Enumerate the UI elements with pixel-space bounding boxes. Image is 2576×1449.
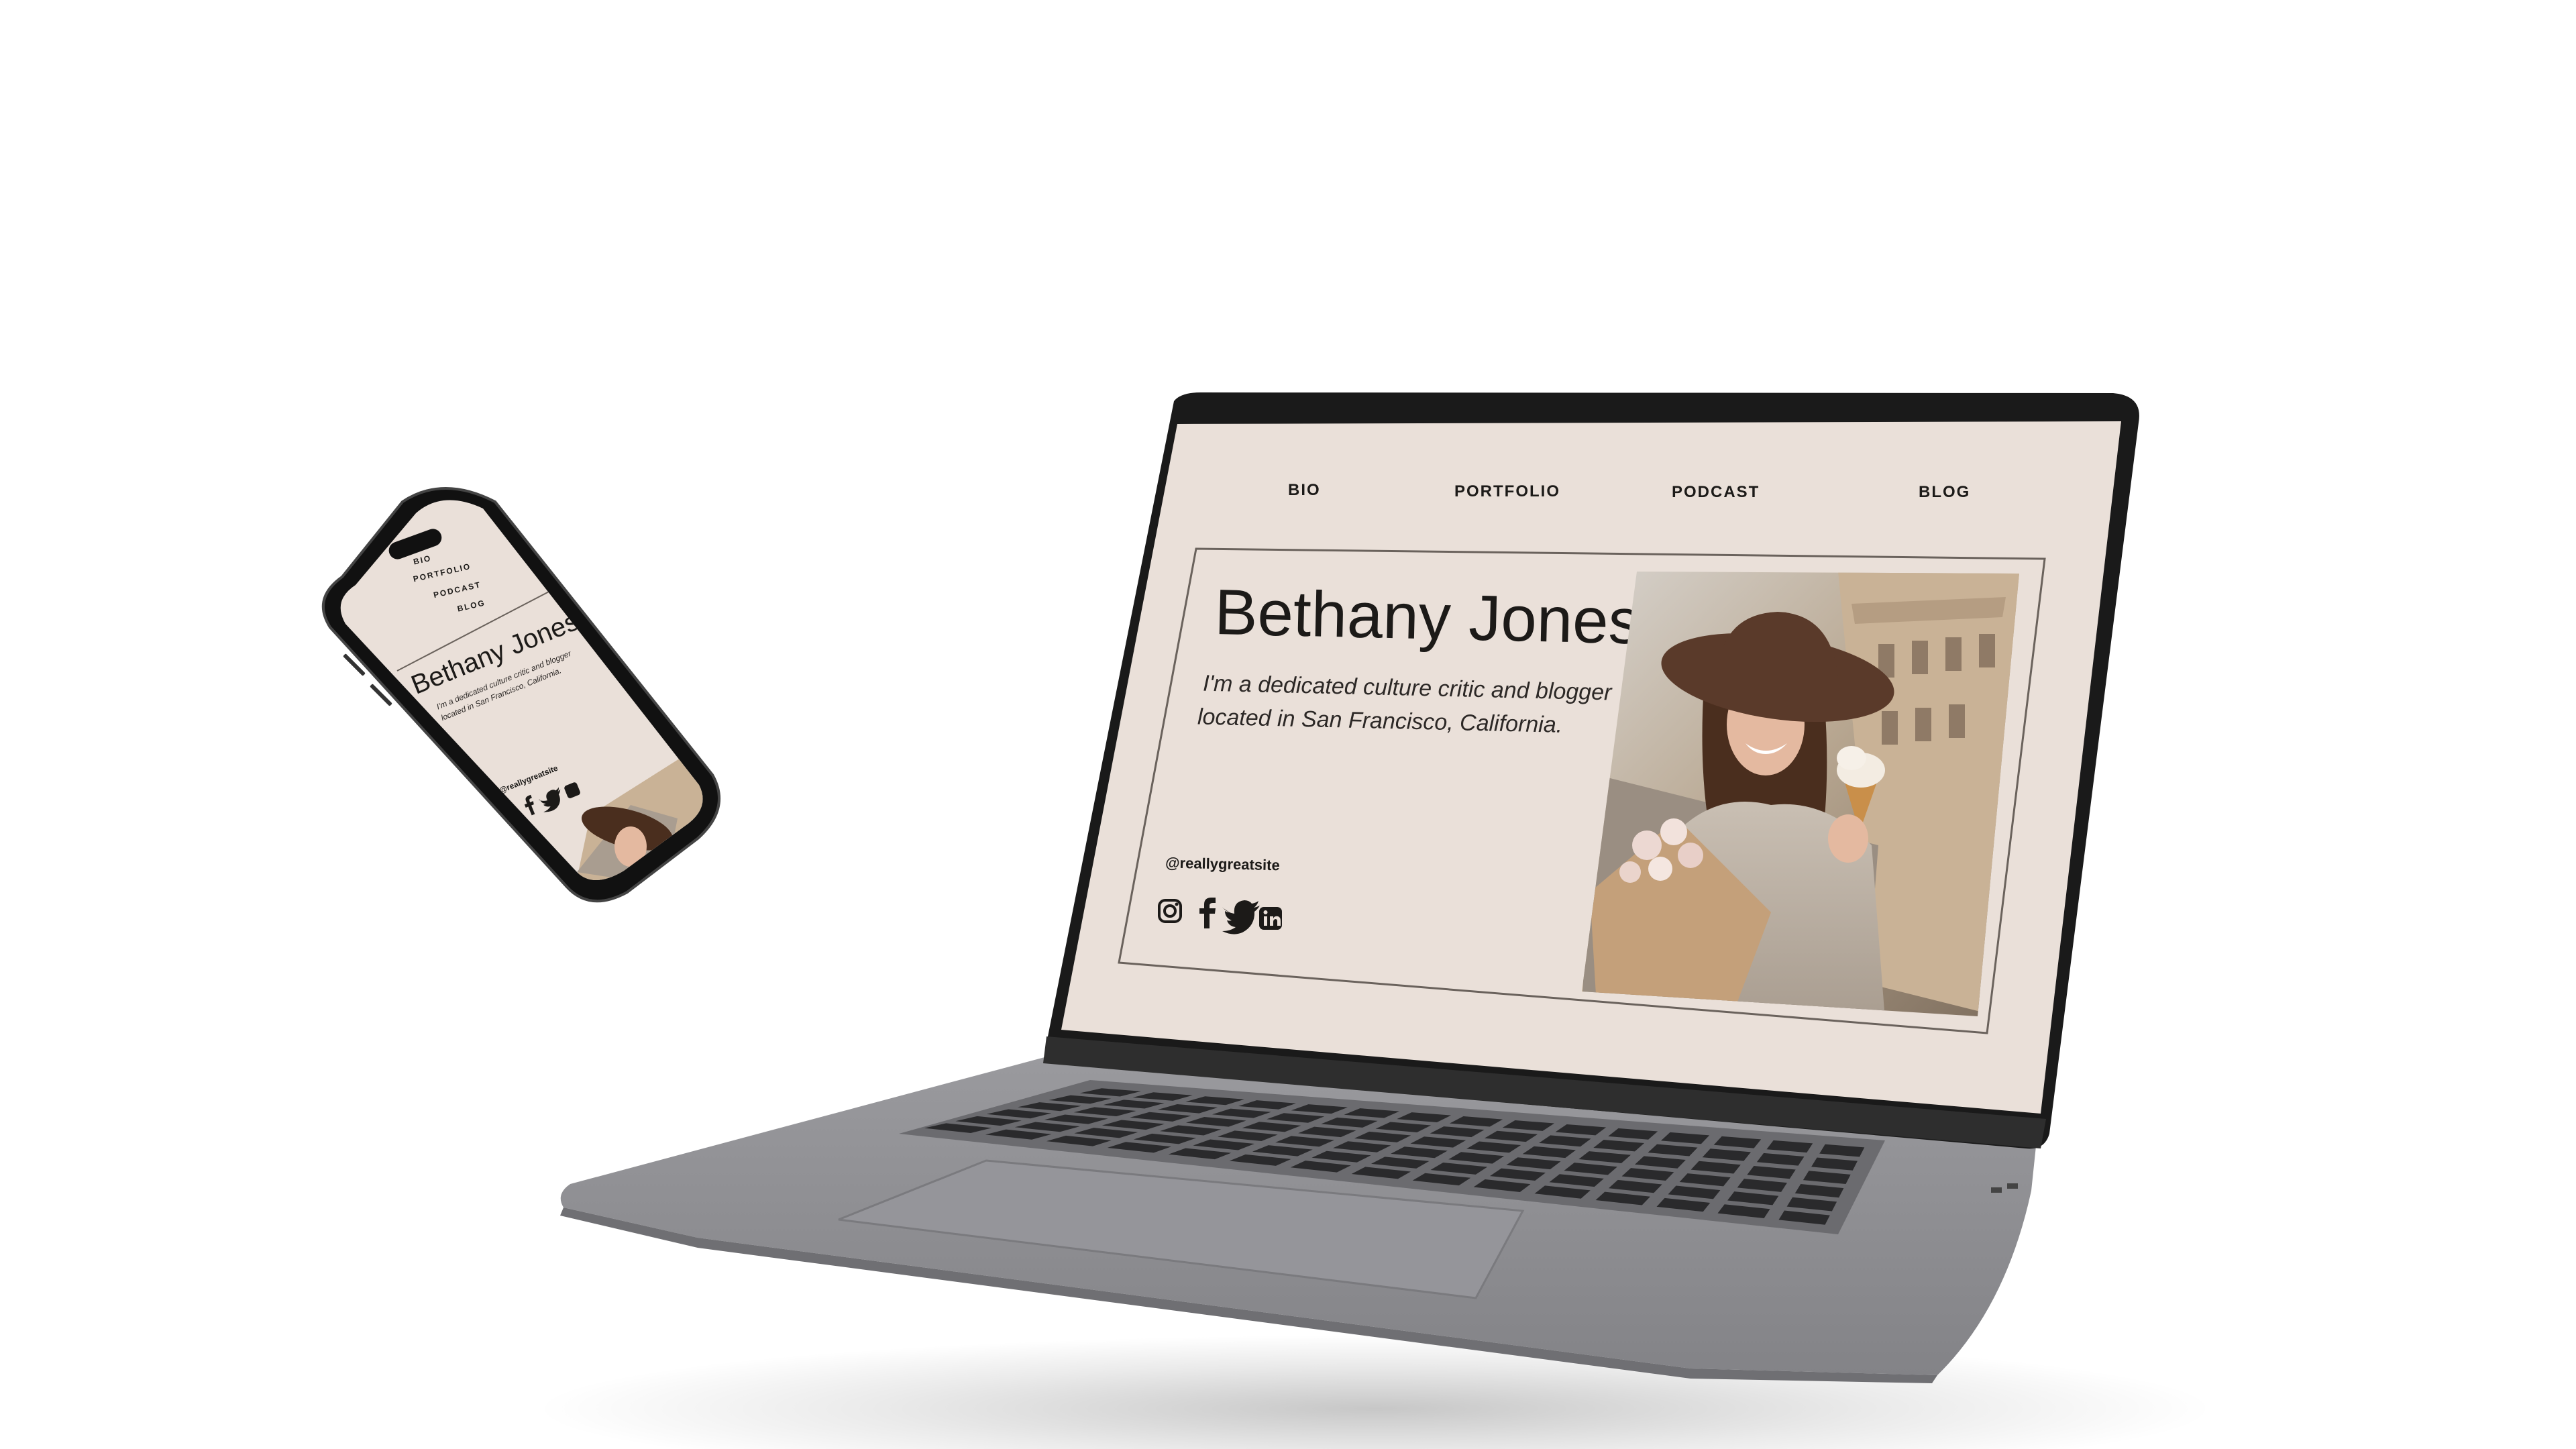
nav-bio[interactable]: BIO	[1288, 481, 1321, 499]
laptop: BIO PORTFOLIO PODCAST BLOG Bethany Jones…	[560, 392, 2139, 1383]
linkedin-icon[interactable]	[1259, 907, 1282, 930]
nav-portfolio[interactable]: PORTFOLIO	[1454, 482, 1560, 500]
floor-shadow	[537, 1335, 2214, 1449]
hero-photo	[1582, 572, 2019, 1016]
device-mockup-scene: BIO PORTFOLIO PODCAST BLOG Bethany Jones…	[321, 392, 2214, 1449]
nav-blog[interactable]: BLOG	[1919, 483, 1970, 501]
nav-podcast[interactable]: PODCAST	[1672, 483, 1760, 501]
port	[1991, 1187, 2002, 1193]
port	[2007, 1183, 2018, 1189]
social-handle[interactable]: @reallygreatsite	[1165, 854, 1280, 873]
page-title: Bethany Jones	[1214, 576, 1641, 657]
smartphone: BIO PORTFOLIO PODCAST BLOG Bethany Jones…	[321, 487, 721, 903]
